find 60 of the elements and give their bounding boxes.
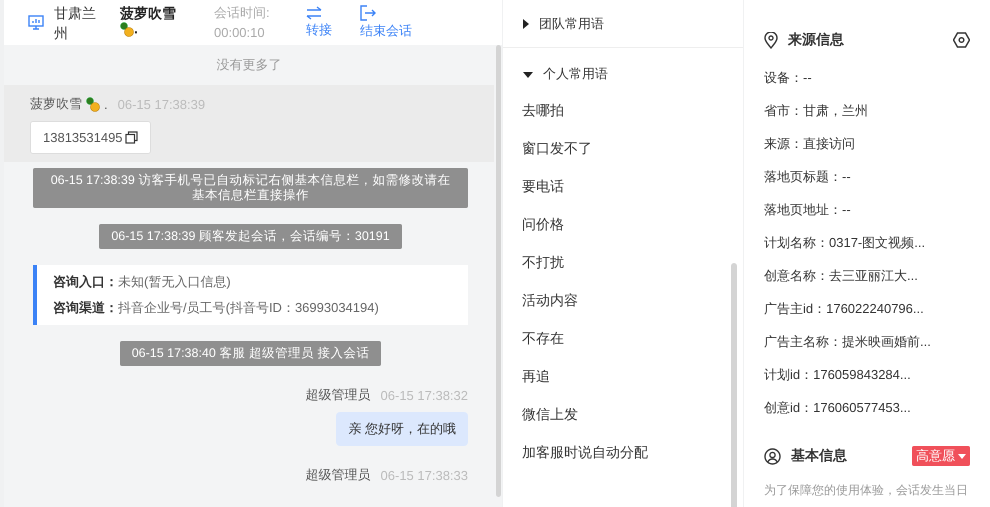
sender-name: 超级管理员 — [306, 386, 371, 404]
message-bubble: 亲 您好呀，在的哦 — [336, 412, 468, 446]
duration-label: 会话时间: — [214, 4, 271, 22]
section-title: 来源信息 — [788, 31, 845, 49]
scrollbar[interactable] — [496, 45, 501, 497]
pineapple-icon — [120, 22, 134, 37]
info-field: 创意id：176060577453... — [764, 398, 970, 418]
copy-icon[interactable] — [124, 131, 138, 144]
phrase-item[interactable]: 活动内容 — [503, 290, 743, 328]
location-pin-icon — [764, 32, 778, 48]
phone-number: 13813531495 — [43, 130, 123, 145]
info-field: 创意名称：去三亚丽江大... — [764, 266, 970, 286]
visitor-location: 甘肃兰州 — [54, 4, 97, 42]
info-field: 计划id：176059843284... — [764, 365, 970, 385]
system-notice: 06-15 17:38:39 访客手机号已自动标记右侧基本信息栏，如需修改请在基本信息栏直接操作 — [33, 168, 468, 208]
phrase-item[interactable]: 不打扰 — [503, 252, 743, 290]
name-suffix: · — [134, 24, 139, 40]
phrase-item[interactable]: 再追 — [503, 366, 743, 404]
user-circle-icon — [764, 448, 781, 464]
end-session-button[interactable]: 结束会话 — [360, 4, 412, 40]
info-field: 计划名称：0317-图文视频... — [764, 233, 970, 253]
info-field: 广告主id：176022240796... — [764, 299, 970, 319]
pineapple-icon — [86, 96, 100, 112]
exit-icon — [360, 4, 376, 20]
phrase-item[interactable]: 去哪拍 — [503, 100, 743, 138]
entry-info-line: 咨询入口：未知(暂无入口信息) — [53, 273, 232, 291]
caret-right-icon — [523, 18, 529, 28]
sender-name: 菠萝吹雪 — [30, 95, 82, 113]
monitor-chart-icon — [28, 15, 44, 30]
phrase-item[interactable]: 微信上发 — [503, 404, 743, 442]
phrase-item[interactable]: 问价格 — [503, 214, 743, 252]
duration-value: 00:00:10 — [214, 24, 266, 42]
name-suffix: . — [104, 96, 108, 112]
info-field: 省市：甘肃，兰州 — [764, 101, 970, 121]
settings-icon[interactable] — [953, 32, 970, 48]
info-field: 落地页标题：-- — [764, 167, 970, 187]
phrase-item[interactable]: 不存在 — [503, 328, 743, 366]
visitor-name: 菠萝吹雪 · — [120, 4, 177, 41]
system-notice: 06-15 17:38:40 客服 超级管理员 接入会话 — [120, 341, 382, 366]
phrase-item[interactable]: 要电话 — [503, 176, 743, 214]
info-field: 设备：-- — [764, 68, 970, 88]
scrollbar[interactable] — [731, 263, 737, 507]
swap-arrows-icon — [306, 6, 322, 20]
system-notice: 06-15 17:38:39 顾客发起会话，会话编号：30191 — [99, 224, 402, 249]
phrase-item[interactable]: 加客服时说自动分配 — [503, 442, 743, 480]
info-field: 广告主名称：提米映画婚前... — [764, 332, 970, 352]
entry-info-line: 咨询渠道：抖音企业号/员工号(抖音号ID：36993034194) — [53, 299, 380, 317]
info-field: 来源：直接访问 — [764, 134, 970, 154]
caret-down-icon — [523, 72, 533, 78]
message-time: 06-15 17:38:32 — [380, 388, 468, 402]
transfer-button[interactable]: 转接 — [306, 6, 332, 40]
notice-text: 为了保障您的使用体验，会话发生当日 — [764, 482, 969, 499]
info-field: 落地页地址：-- — [764, 200, 970, 220]
section-title: 基本信息 — [791, 447, 848, 465]
sender-name: 超级管理员 — [306, 466, 371, 484]
intent-tag-dropdown[interactable]: 高意愿 — [912, 446, 970, 466]
no-more-text: 没有更多了 — [216, 56, 282, 74]
caret-down-icon — [958, 454, 966, 458]
message-time: 06-15 17:38:33 — [380, 468, 468, 482]
phrase-item[interactable]: 窗口发不了 — [503, 138, 743, 176]
